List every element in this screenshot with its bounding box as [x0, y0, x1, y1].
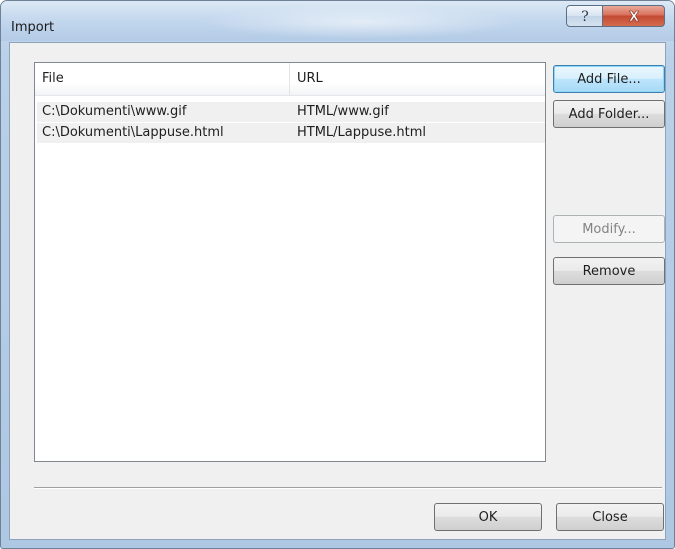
help-icon: ? [581, 9, 589, 24]
svg-text:X: X [628, 10, 638, 23]
file-list[interactable]: File URL C:\Dokumenti\www.gif HTML/www.g… [34, 62, 546, 462]
help-button[interactable]: ? [566, 5, 603, 27]
list-item-url: HTML/www.gif [297, 104, 389, 119]
column-header-file[interactable]: File [35, 63, 290, 95]
list-item-url: HTML/Lappuse.html [297, 125, 427, 140]
import-dialog: Import ? X File URL C:\Dokumenti\www.gif… [0, 0, 675, 549]
column-header-url[interactable]: URL [290, 63, 545, 95]
title-bar[interactable]: Import ? X [1, 1, 674, 41]
dialog-client-area: File URL C:\Dokumenti\www.gif HTML/www.g… [9, 42, 666, 540]
separator-line [34, 487, 662, 489]
modify-button[interactable]: Modify... [553, 215, 665, 243]
dialog-title: Import [11, 20, 55, 35]
close-button[interactable]: Close [556, 503, 664, 531]
add-file-button[interactable]: Add File... [553, 65, 665, 93]
list-item[interactable]: C:\Dokumenti\Lappuse.html HTML/Lappuse.h… [37, 123, 545, 143]
title-bar-glare [201, 5, 521, 39]
svg-text:?: ? [581, 9, 589, 24]
list-item-file: C:\Dokumenti\Lappuse.html [42, 125, 224, 140]
remove-button[interactable]: Remove [553, 257, 665, 285]
add-folder-button[interactable]: Add Folder... [553, 100, 665, 128]
list-item[interactable]: C:\Dokumenti\www.gif HTML/www.gif [37, 102, 545, 122]
list-item-file: C:\Dokumenti\www.gif [42, 104, 187, 119]
list-header: File URL [35, 63, 545, 96]
ok-button[interactable]: OK [434, 503, 542, 531]
close-icon: X [628, 10, 639, 23]
close-window-button[interactable]: X [602, 5, 665, 27]
